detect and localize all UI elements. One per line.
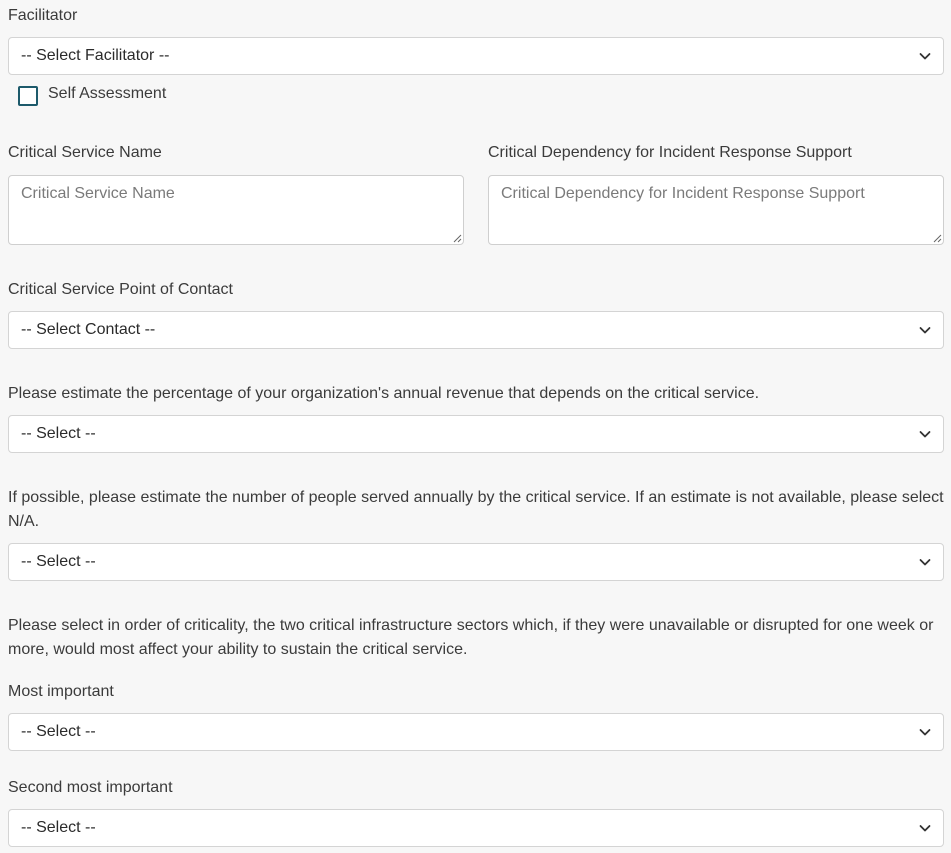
second-most-important-select[interactable]: -- Select -- (8, 809, 944, 847)
most-important-select-value: -- Select -- (21, 723, 96, 740)
critical-service-name-placeholder: Critical Service Name (21, 185, 175, 202)
critical-dependency-label: Critical Dependency for Incident Respons… (488, 144, 852, 161)
chevron-down-icon (919, 729, 931, 736)
people-served-select[interactable]: -- Select -- (8, 543, 944, 581)
resize-grip-icon[interactable] (933, 234, 942, 243)
critical-service-name-field[interactable]: Critical Service Name (8, 175, 464, 245)
most-important-label: Most important (8, 683, 114, 700)
most-important-select[interactable]: -- Select -- (8, 713, 944, 751)
sectors-question: Please select in order of criticality, t… (8, 617, 934, 658)
point-of-contact-select-value: -- Select Contact -- (21, 321, 156, 338)
chevron-down-icon (919, 825, 931, 832)
facilitator-label: Facilitator (8, 7, 78, 24)
facilitator-select-value: -- Select Facilitator -- (21, 47, 170, 64)
critical-dependency-placeholder: Critical Dependency for Incident Respons… (501, 185, 865, 202)
second-most-important-label: Second most important (8, 779, 173, 796)
resize-grip-icon[interactable] (453, 234, 462, 243)
revenue-select[interactable]: -- Select -- (8, 415, 944, 453)
critical-service-name-label: Critical Service Name (8, 144, 162, 161)
facilitator-select[interactable]: -- Select Facilitator -- (8, 37, 944, 75)
revenue-question: Please estimate the percentage of your o… (8, 385, 760, 402)
point-of-contact-select[interactable]: -- Select Contact -- (8, 311, 944, 349)
second-most-important-select-value: -- Select -- (21, 819, 96, 836)
people-served-select-value: -- Select -- (21, 553, 96, 570)
revenue-select-value: -- Select -- (21, 425, 96, 442)
chevron-down-icon (919, 559, 931, 566)
self-assessment-label[interactable]: Self Assessment (48, 82, 166, 106)
critical-dependency-field[interactable]: Critical Dependency for Incident Respons… (488, 175, 944, 245)
people-served-question: If possible, please estimate the number … (8, 489, 944, 530)
chevron-down-icon (919, 431, 931, 438)
chevron-down-icon (919, 53, 931, 60)
self-assessment-checkbox[interactable] (18, 86, 38, 106)
point-of-contact-label: Critical Service Point of Contact (8, 281, 233, 298)
chevron-down-icon (919, 327, 931, 334)
